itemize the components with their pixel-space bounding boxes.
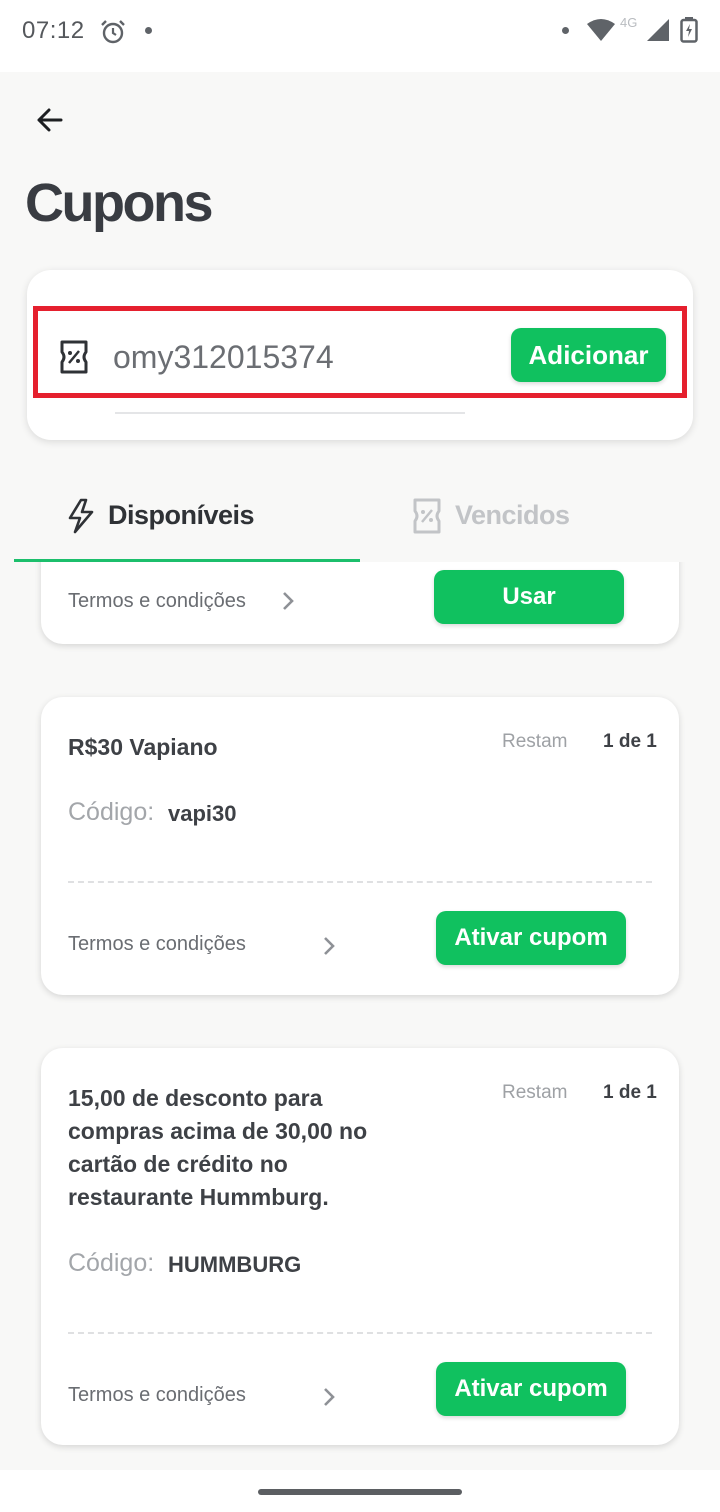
use-coupon-button[interactable]: Usar: [434, 570, 624, 624]
notification-dot: [562, 27, 569, 34]
lightning-icon: [68, 498, 94, 534]
activate-coupon-button[interactable]: Ativar cupom: [436, 911, 626, 965]
dashed-divider: [68, 1332, 652, 1334]
back-arrow-icon[interactable]: [30, 100, 70, 140]
coupon-icon: [60, 340, 88, 374]
add-coupon-button[interactable]: Adicionar: [511, 328, 666, 382]
tab-expired[interactable]: Vencidos: [360, 478, 706, 562]
chevron-right-icon[interactable]: [281, 591, 295, 611]
coupon-title: R$30 Vapiano: [68, 734, 218, 760]
terms-link[interactable]: Termos e condições: [68, 1384, 246, 1407]
coupon-code-input[interactable]: [113, 332, 493, 382]
activate-coupon-button[interactable]: Ativar cupom: [436, 1362, 626, 1416]
signal-icon: [647, 19, 669, 41]
remaining-value: 1 de 1: [603, 1082, 657, 1103]
page-title: Cupons: [25, 173, 213, 233]
coupon-title: 15,00 de desconto para compras acima de …: [68, 1085, 368, 1210]
coupon-code: vapi30: [168, 801, 237, 826]
network-type-label: 4G: [620, 15, 638, 30]
dashed-divider: [68, 881, 652, 883]
coupon-card: Termos e condições Usar: [41, 562, 679, 644]
status-time: 07:12: [22, 17, 85, 44]
tab-expired-label: Vencidos: [455, 500, 570, 530]
coupon-card: R$30 Vapiano Restam 1 de 1 Código: vapi3…: [41, 697, 679, 995]
code-label: Código:: [68, 1249, 155, 1277]
terms-link[interactable]: Termos e condições: [68, 590, 246, 613]
notification-dot: [145, 27, 152, 34]
tab-available[interactable]: Disponíveis: [14, 478, 360, 562]
status-bar: 07:12 4G: [0, 0, 720, 72]
coupon-card: 15,00 de desconto para compras acima de …: [41, 1048, 679, 1445]
remaining-value: 1 de 1: [603, 731, 657, 752]
coupon-code: HUMMBURG: [168, 1252, 302, 1277]
coupon-list[interactable]: Termos e condições Usar R$30 Vapiano Res…: [0, 562, 720, 1470]
chevron-right-icon[interactable]: [322, 936, 336, 956]
coupon-input-card: Adicionar: [27, 270, 693, 440]
coupon-icon: [413, 498, 441, 534]
tab-available-label: Disponíveis: [108, 500, 255, 530]
remaining-label: Restam: [502, 1082, 568, 1103]
wifi-icon: [587, 19, 615, 41]
chevron-right-icon[interactable]: [322, 1387, 336, 1407]
navigation-bar: [0, 1470, 720, 1512]
alarm-icon: [101, 20, 125, 44]
home-indicator[interactable]: [258, 1489, 462, 1495]
remaining-label: Restam: [502, 731, 568, 752]
terms-link[interactable]: Termos e condições: [68, 933, 246, 956]
input-underline: [115, 412, 465, 414]
code-label: Código:: [68, 798, 155, 826]
battery-icon: [680, 17, 698, 43]
